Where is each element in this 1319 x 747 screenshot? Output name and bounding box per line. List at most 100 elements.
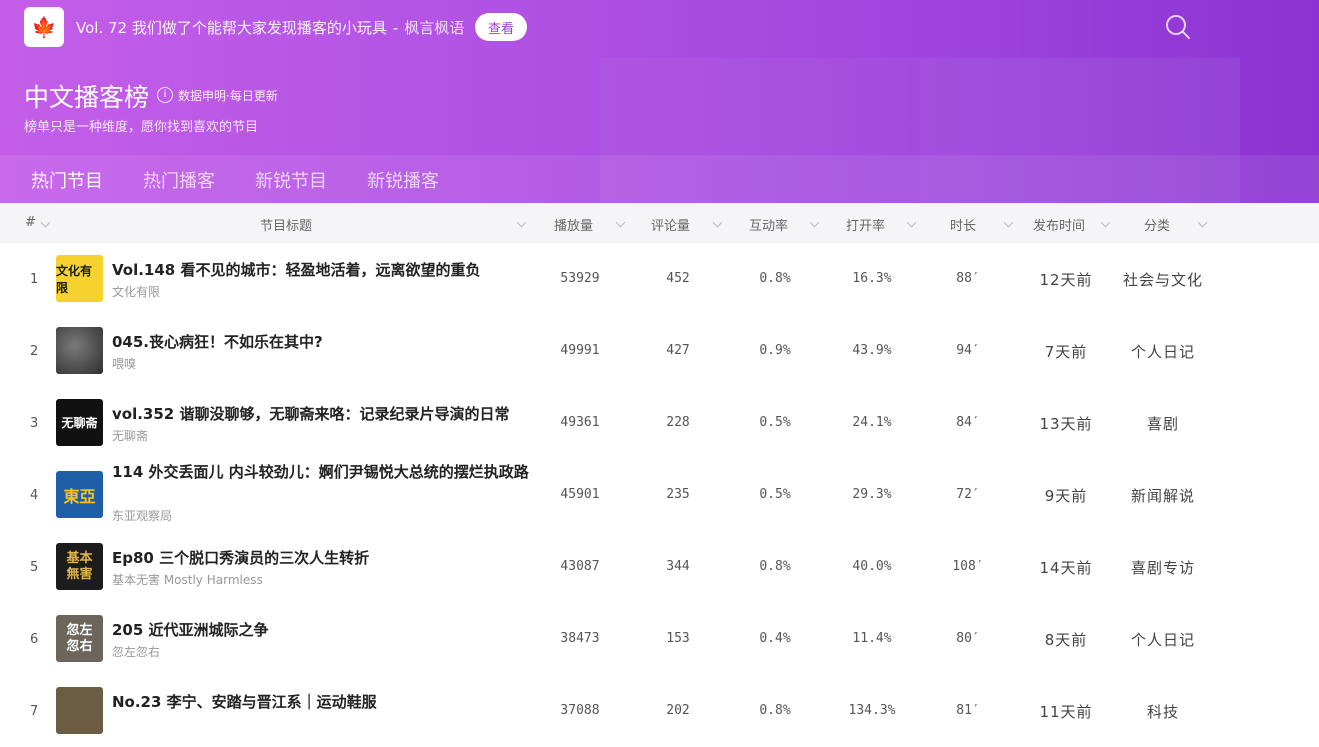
episode-title[interactable]: 114 外交丢面儿 内斗较劲儿：婀们尹锡悦大总统的摆烂执政路 [112,461,532,483]
cover-text: 文化有限 [56,263,93,295]
cover-text: 東亞 [63,486,96,506]
sort-caret-icon[interactable] [712,217,723,228]
episode-title[interactable]: vol.352 谐聊没聊够，无聊斋来咯：记录纪录片导演的日常 [112,403,532,425]
episode-title[interactable]: Vol.148 看不见的城市：轻盈地活着，远离欲望的重负 [112,259,532,281]
plays-count: 49991 [560,343,600,358]
rank: 3 [30,416,39,431]
episode-cover[interactable] [56,687,103,734]
page-title: 中文播客榜 [24,83,150,112]
sort-caret-icon[interactable] [40,217,51,228]
podcast-name[interactable]: 无聊斋 [112,427,148,444]
podcast-name[interactable]: 基本无害 Mostly Harmless [112,571,263,588]
category: 新闻解说 [1130,487,1195,505]
top-bar: 🍁 Vol. 72 我们做了个能帮大家发现播客的小玩具 - 枫言枫语 查看 [0,0,1319,58]
category: 个人日记 [1130,631,1195,649]
category: 喜剧 [1146,415,1179,433]
interaction-rate: 0.8% [759,703,791,718]
column-comments[interactable]: 评论量 [651,215,690,234]
sort-caret-icon[interactable] [615,217,626,228]
publish-time: 14天前 [1039,559,1093,577]
publish-time: 7天前 [1044,343,1088,361]
plays-count: 53929 [560,271,600,286]
search-icon[interactable] [1164,13,1192,41]
logo[interactable]: 🍁 [24,7,64,47]
plays-count: 37088 [560,703,600,718]
category: 科技 [1146,703,1179,721]
table-row[interactable]: 4 東亞 114 外交丢面儿 内斗较劲儿：婀们尹锡悦大总统的摆烂执政路 东亚观察… [0,459,1319,531]
podcast-name[interactable]: 忽左忽右 [112,643,160,660]
column-title[interactable]: 节目标题 [260,215,312,234]
announcement[interactable]: Vol. 72 我们做了个能帮大家发现播客的小玩具 - 枫言枫语 [76,17,464,38]
comments-count: 228 [666,415,690,430]
episode-cover[interactable]: 基本無害 [56,543,103,590]
column-published[interactable]: 发布时间 [1033,215,1085,234]
podcast-name[interactable]: 文化有限 [112,283,160,300]
table-row[interactable]: 5 基本無害 Ep80 三个脱口秀演员的三次人生转折 基本无害 Mostly H… [0,531,1319,603]
table-row[interactable]: 3 无聊斋 vol.352 谐聊没聊够，无聊斋来咯：记录纪录片导演的日常 无聊斋… [0,387,1319,459]
comments-count: 235 [666,487,690,502]
sort-caret-icon[interactable] [906,217,917,228]
episode-cover[interactable] [56,327,103,374]
episode-cover[interactable]: 東亞 [56,471,103,518]
table-row[interactable]: 2 045.丧心病狂！不如乐在其中? 喂嗅 49991 427 0.9% 43.… [0,315,1319,387]
sort-caret-icon[interactable] [809,217,820,228]
podcast-name[interactable]: 东亚观察局 [112,507,172,524]
table-row[interactable]: 7 No.23 李宁、安踏与晋江系｜运动鞋服 37088 202 0.8% 13… [0,675,1319,747]
announcement-source: 枫言枫语 [404,19,465,37]
comments-count: 427 [666,343,690,358]
data-statement-link[interactable]: 数据申明·每日更新 [178,87,278,104]
podcast-name[interactable]: 喂嗅 [112,355,136,372]
duration: 94′ [956,343,980,358]
view-button[interactable]: 查看 [475,13,527,41]
header-banner: 🍁 Vol. 72 我们做了个能帮大家发现播客的小玩具 - 枫言枫语 查看 中文播客… [0,0,1319,203]
cover-text: 忽左忽右 [66,622,93,654]
rank: 4 [30,488,39,503]
sort-caret-icon[interactable] [1100,217,1111,228]
column-category[interactable]: 分类 [1144,215,1170,234]
announcement-text: Vol. 72 我们做了个能帮大家发现播客的小玩具 [76,19,387,37]
plays-count: 38473 [560,631,600,646]
announcement-separator: - [392,19,399,37]
column-plays[interactable]: 播放量 [554,215,593,234]
publish-time: 9天前 [1044,487,1088,505]
interaction-rate: 0.4% [759,631,791,646]
open-rate: 11.4% [852,631,892,646]
column-interaction[interactable]: 互动率 [749,215,788,234]
comments-count: 202 [666,703,690,718]
rank: 6 [30,632,39,647]
cover-text: 无聊斋 [61,416,98,430]
tab-bar: 热门节目 热门播客 新锐节目 新锐播客 [0,155,1319,203]
comments-count: 452 [666,271,690,286]
column-duration[interactable]: 时长 [950,215,976,234]
sort-caret-icon[interactable] [516,217,527,228]
table-row[interactable]: 6 忽左忽右 205 近代亚洲城际之争 忽左忽右 38473 153 0.4% … [0,603,1319,675]
sort-caret-icon[interactable] [1003,217,1014,228]
publish-time: 13天前 [1039,415,1093,433]
episode-cover[interactable]: 文化有限 [56,255,103,302]
info-icon[interactable]: i [157,87,173,103]
table-row[interactable]: 1 文化有限 Vol.148 看不见的城市：轻盈地活着，远离欲望的重负 文化有限… [0,243,1319,315]
episode-title[interactable]: 045.丧心病狂！不如乐在其中? [112,331,532,353]
tab-new-episodes[interactable]: 新锐节目 [255,167,327,193]
publish-time: 8天前 [1044,631,1088,649]
publish-time: 11天前 [1039,703,1093,721]
sort-caret-icon[interactable] [1197,217,1208,228]
cover-text: 基本無害 [66,550,93,582]
episode-title[interactable]: Ep80 三个脱口秀演员的三次人生转折 [112,547,532,569]
publish-time: 12天前 [1039,271,1093,289]
duration: 108′ [952,559,984,574]
episode-cover[interactable]: 忽左忽右 [56,615,103,662]
category: 喜剧专访 [1130,559,1195,577]
episode-title[interactable]: 205 近代亚洲城际之争 [112,619,532,641]
open-rate: 29.3% [852,487,892,502]
duration: 84′ [956,415,980,430]
duration: 88′ [956,271,980,286]
tab-hot-episodes[interactable]: 热门节目 [31,167,103,193]
episode-cover[interactable]: 无聊斋 [56,399,103,446]
interaction-rate: 0.5% [759,487,791,502]
tab-new-podcasts[interactable]: 新锐播客 [367,167,439,193]
table-header: # 节目标题 播放量 评论量 互动率 打开率 时长 发布时间 分类 [0,203,1319,243]
tab-hot-podcasts[interactable]: 热门播客 [143,167,215,193]
column-rank[interactable]: # [25,215,36,230]
column-open-rate[interactable]: 打开率 [846,215,885,234]
